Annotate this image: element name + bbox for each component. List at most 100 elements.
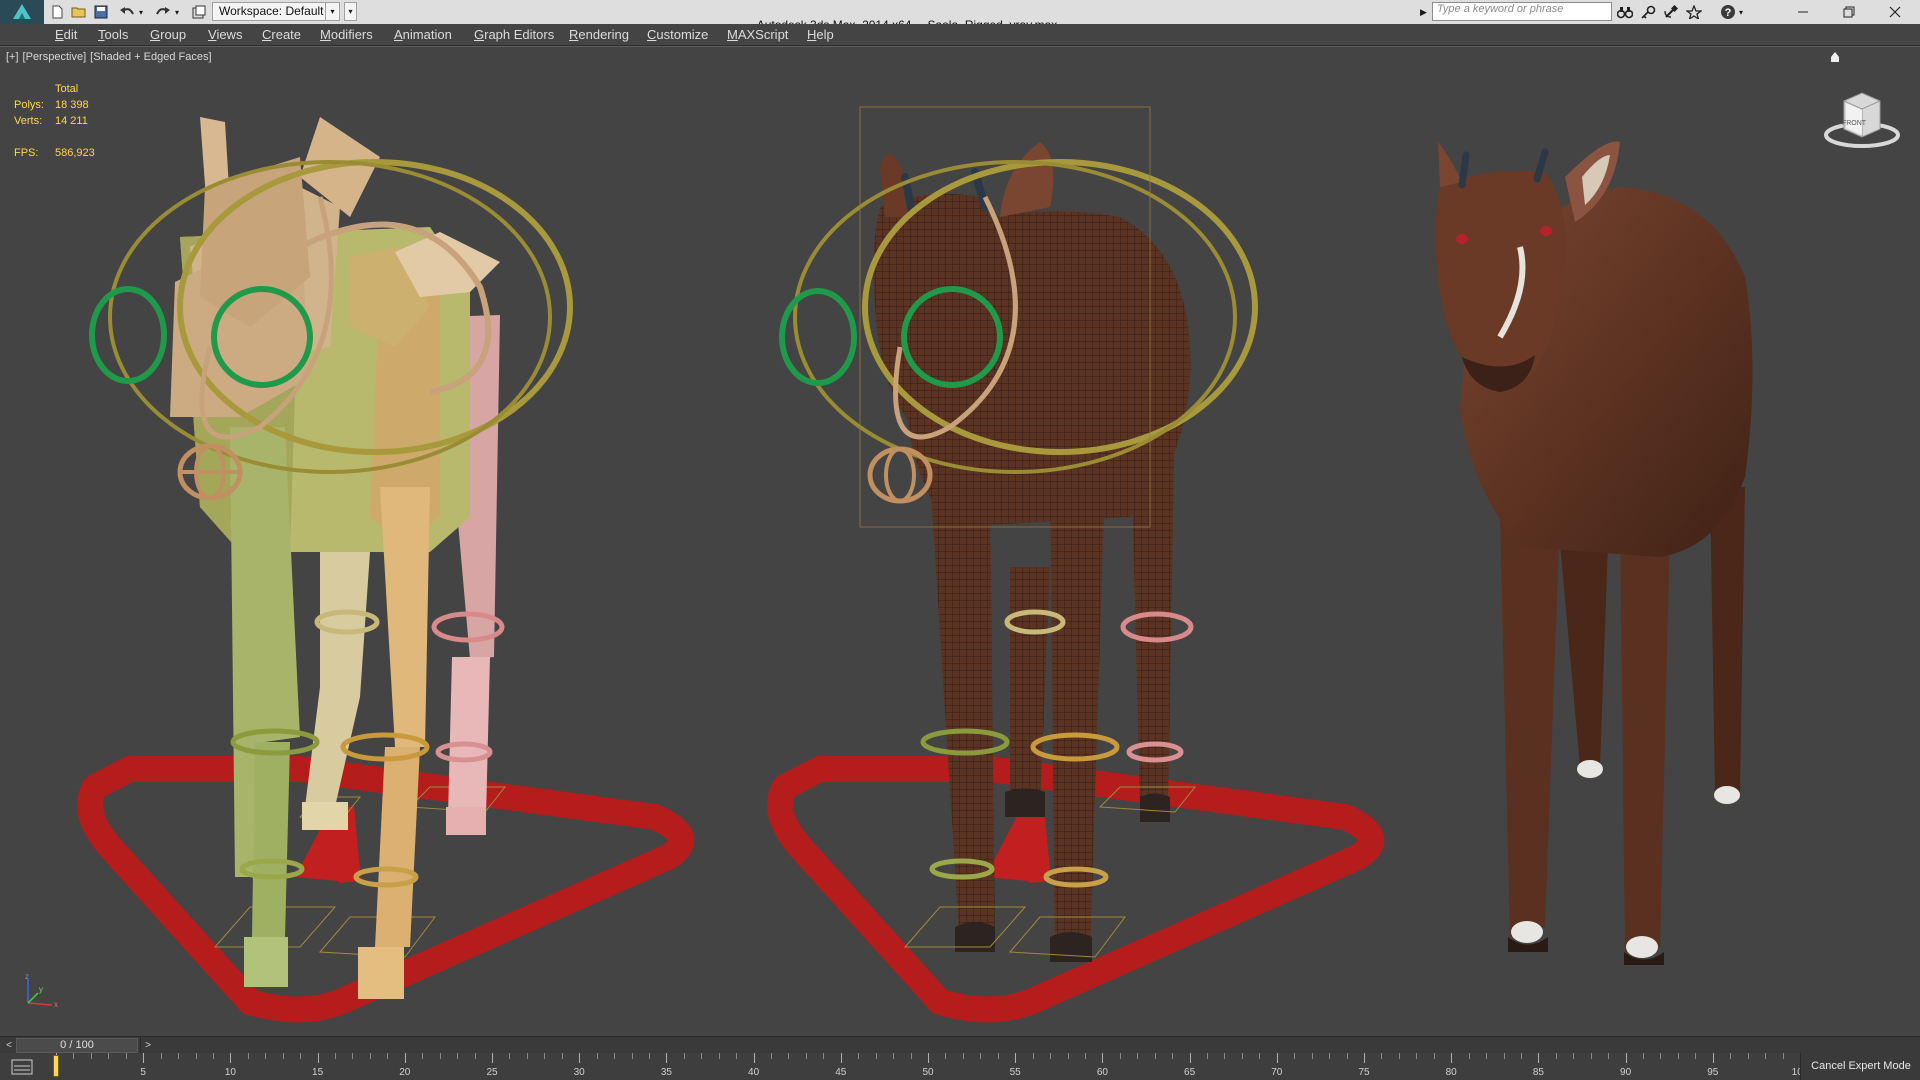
frame-tick-label: 20 bbox=[399, 1067, 411, 1078]
menu-maxscript[interactable]: MAXScript bbox=[727, 27, 788, 42]
frame-tick bbox=[1416, 1053, 1418, 1059]
frame-tick bbox=[648, 1053, 650, 1059]
svg-text:?: ? bbox=[1725, 7, 1732, 19]
undo-dropdown-icon[interactable]: ▾ bbox=[136, 3, 146, 21]
frame-tick bbox=[893, 1053, 895, 1059]
minimize-button[interactable] bbox=[1780, 0, 1826, 24]
open-folder-icon bbox=[71, 7, 86, 18]
app-logo[interactable] bbox=[0, 0, 44, 24]
undo-button[interactable] bbox=[118, 3, 136, 21]
current-frame-marker[interactable] bbox=[53, 1055, 59, 1077]
satellite-icon bbox=[1664, 5, 1679, 18]
frame-tick bbox=[1782, 1053, 1784, 1059]
textured-saola-model[interactable] bbox=[1435, 141, 1753, 965]
frame-tick bbox=[736, 1053, 738, 1059]
search-input[interactable]: Type a keyword or phrase bbox=[1432, 2, 1612, 21]
frame-tick-label: 75 bbox=[1358, 1067, 1370, 1078]
frame-tick bbox=[1486, 1053, 1488, 1059]
frame-tick bbox=[875, 1053, 877, 1059]
frame-ruler[interactable]: 5101520253035404550556065707580859095100 bbox=[56, 1053, 1808, 1080]
frame-tick bbox=[1084, 1053, 1086, 1059]
redo-button[interactable] bbox=[154, 3, 172, 21]
time-slider-next-button[interactable]: > bbox=[140, 1037, 155, 1054]
frame-tick-label: 5 bbox=[140, 1067, 146, 1078]
saola-horn-left bbox=[1458, 151, 1470, 189]
workspace-dropdown[interactable]: Workspace: Default ▾ bbox=[212, 2, 340, 21]
menu-customize[interactable]: Customize bbox=[647, 27, 708, 42]
frame-tick bbox=[1677, 1053, 1679, 1059]
saola-ear-left[interactable] bbox=[1438, 142, 1462, 187]
frame-tick-label: 30 bbox=[573, 1067, 585, 1078]
menu-group[interactable]: Group bbox=[150, 27, 186, 42]
new-file-button[interactable] bbox=[48, 3, 66, 21]
frame-tick bbox=[143, 1053, 145, 1063]
frame-tick bbox=[753, 1053, 755, 1063]
star-icon bbox=[1686, 5, 1702, 19]
project-folder-button[interactable] bbox=[190, 3, 208, 21]
workspace-more-button[interactable]: ▾ bbox=[344, 2, 357, 21]
frame-tick bbox=[422, 1053, 424, 1059]
mesh-ear-right[interactable] bbox=[1000, 142, 1054, 217]
frame-tick bbox=[1224, 1053, 1226, 1059]
frame-tick-label: 90 bbox=[1620, 1067, 1632, 1078]
menu-create[interactable]: Create bbox=[262, 27, 301, 42]
frame-tick-label: 15 bbox=[312, 1067, 324, 1078]
frame-tick bbox=[718, 1053, 720, 1059]
time-slider-thumb[interactable]: 0 / 100 bbox=[16, 1038, 138, 1053]
viewport-menu-label[interactable]: [+] bbox=[6, 51, 19, 63]
viewcube[interactable]: FRONT bbox=[1822, 83, 1902, 153]
perspective-viewport[interactable]: [+] [Perspective] [Shaded + Edged Faces] T… bbox=[0, 46, 1920, 1036]
menu-animation[interactable]: Animation bbox=[394, 27, 452, 42]
scene-render[interactable] bbox=[0, 47, 1920, 1036]
frame-tick bbox=[631, 1053, 633, 1059]
frame-tick bbox=[195, 1053, 197, 1059]
search-expand-icon[interactable]: ▶ bbox=[1420, 3, 1430, 21]
viewcube-front-label[interactable]: FRONT bbox=[1842, 120, 1867, 127]
frame-tick bbox=[90, 1053, 92, 1059]
menu-tools[interactable]: Tools bbox=[98, 27, 128, 42]
frame-tick bbox=[1102, 1053, 1104, 1063]
frame-tick bbox=[1294, 1053, 1296, 1059]
saola-front-leg-right[interactable] bbox=[1620, 527, 1670, 952]
viewport-view-label[interactable]: [Perspective] bbox=[23, 51, 87, 63]
subscription-center-button[interactable] bbox=[1638, 3, 1658, 21]
menu-help[interactable]: Help bbox=[807, 27, 834, 42]
close-button[interactable] bbox=[1872, 0, 1918, 24]
help-dropdown-icon[interactable]: ▾ bbox=[1736, 3, 1746, 21]
open-mini-curve-editor-button[interactable] bbox=[4, 1055, 40, 1079]
track-bar[interactable]: 5101520253035404550556065707580859095100 bbox=[0, 1053, 1920, 1080]
frame-tick bbox=[579, 1053, 581, 1063]
look-control-left[interactable] bbox=[89, 286, 167, 384]
communication-center-button[interactable] bbox=[1661, 3, 1681, 21]
look-control-left[interactable] bbox=[779, 288, 857, 386]
binoculars-button[interactable] bbox=[1615, 3, 1635, 21]
favorites-button[interactable] bbox=[1684, 3, 1704, 21]
save-file-button[interactable] bbox=[92, 3, 110, 21]
open-file-button[interactable] bbox=[70, 3, 88, 21]
viewport-label[interactable]: [+] [Perspective] [Shaded + Edged Faces] bbox=[6, 51, 216, 63]
frame-tick bbox=[1067, 1053, 1069, 1059]
home-pin-icon[interactable] bbox=[1830, 51, 1840, 63]
time-slider-prev-button[interactable]: < bbox=[2, 1037, 16, 1054]
viewport-shading-label[interactable]: [Shaded + Edged Faces] bbox=[90, 51, 211, 63]
time-slider[interactable]: < 0 / 100 > bbox=[0, 1036, 1920, 1054]
frame-tick-label: 45 bbox=[835, 1067, 847, 1078]
frame-tick-label: 35 bbox=[660, 1067, 672, 1078]
bone-rig-model[interactable] bbox=[77, 117, 695, 1023]
front-leg-right[interactable] bbox=[380, 487, 430, 747]
cancel-expert-mode-button[interactable]: Cancel Expert Mode bbox=[1800, 1053, 1920, 1080]
menu-edit[interactable]: Edit bbox=[55, 27, 77, 42]
saola-front-leg-left[interactable] bbox=[1500, 517, 1560, 937]
new-file-icon bbox=[52, 5, 63, 19]
wireframe-mesh-model[interactable] bbox=[767, 106, 1385, 1023]
frame-tick bbox=[1172, 1053, 1174, 1059]
restore-button[interactable] bbox=[1826, 0, 1872, 24]
menu-views[interactable]: Views bbox=[208, 27, 242, 42]
stats-header: Total bbox=[55, 83, 79, 95]
menu-graph-editors[interactable]: Graph Editors bbox=[474, 27, 554, 42]
menu-modifiers[interactable]: Modifiers bbox=[320, 27, 373, 42]
frame-tick bbox=[335, 1053, 337, 1059]
redo-dropdown-icon[interactable]: ▾ bbox=[172, 3, 182, 21]
help-button[interactable]: ? bbox=[1718, 3, 1738, 21]
menu-rendering[interactable]: Rendering bbox=[569, 27, 629, 42]
